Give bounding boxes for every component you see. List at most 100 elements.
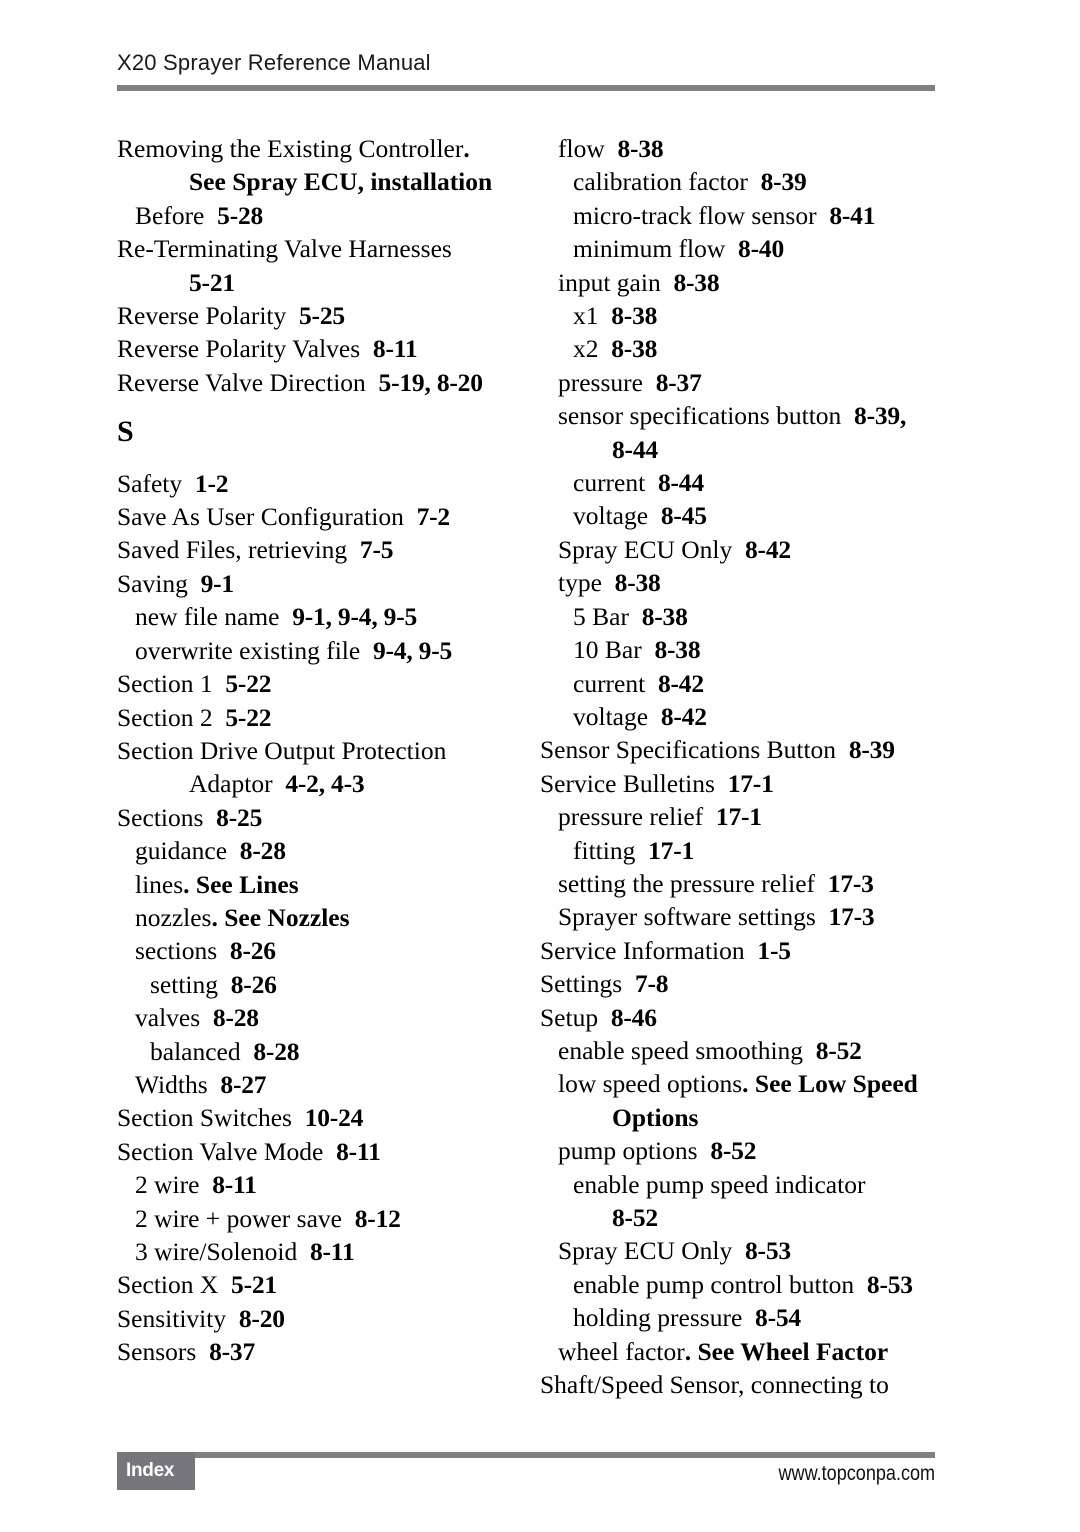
index-entry[interactable]: valves 8-28 — [117, 1001, 517, 1034]
index-page-number[interactable]: 8-11 — [373, 334, 418, 363]
index-page-number[interactable]: 8-45 — [661, 501, 707, 530]
index-page-number[interactable]: 17-1 — [728, 769, 774, 798]
index-entry[interactable]: Spray ECU Only 8-42 — [540, 533, 952, 566]
index-page-number[interactable]: 17-3 — [828, 869, 874, 898]
index-entry[interactable]: 5-21 — [117, 266, 517, 299]
index-page-number[interactable]: 8-52 — [612, 1203, 658, 1232]
index-page-number[interactable]: 8-20 — [239, 1304, 285, 1333]
index-page-number[interactable]: 8-38 — [611, 334, 657, 363]
index-page-number[interactable]: 4-2, 4-3 — [285, 769, 364, 798]
index-page-number[interactable]: 8-44 — [612, 435, 658, 464]
index-entry[interactable]: pressure 8-37 — [540, 366, 952, 399]
index-entry[interactable]: Re-Terminating Valve Harnesses — [117, 232, 517, 265]
index-entry[interactable]: holding pressure 8-54 — [540, 1301, 952, 1334]
index-entry[interactable]: calibration factor 8-39 — [540, 165, 952, 198]
index-entry[interactable]: Safety 1-2 — [117, 467, 517, 500]
index-entry[interactable]: Saving 9-1 — [117, 567, 517, 600]
index-entry[interactable]: nozzles. See Nozzles — [117, 901, 517, 934]
index-page-number[interactable]: 8-37 — [209, 1337, 255, 1366]
index-entry[interactable]: 10 Bar 8-38 — [540, 633, 952, 666]
index-entry[interactable]: low speed options. See Low Speed — [540, 1067, 952, 1100]
index-entry[interactable]: Removing the Existing Controller. — [117, 132, 517, 165]
index-page-number[interactable]: 8-28 — [213, 1003, 259, 1032]
index-entry[interactable]: Reverse Polarity 5-25 — [117, 299, 517, 332]
index-page-number[interactable]: 5-21 — [189, 268, 235, 297]
index-entry[interactable]: Section Switches 10-24 — [117, 1101, 517, 1134]
index-entry[interactable]: Sprayer software settings 17-3 — [540, 900, 952, 933]
index-entry[interactable]: Save As User Configuration 7-2 — [117, 500, 517, 533]
index-entry[interactable]: new file name 9-1, 9-4, 9-5 — [117, 600, 517, 633]
index-entry[interactable]: Widths 8-27 — [117, 1068, 517, 1101]
index-entry[interactable]: Shaft/Speed Sensor, connecting to — [540, 1368, 952, 1401]
index-page-number[interactable]: 8-38 — [615, 568, 661, 597]
index-page-number[interactable]: 8-52 — [710, 1136, 756, 1165]
index-page-number[interactable]: 8-38 — [611, 301, 657, 330]
index-entry[interactable]: setting the pressure relief 17-3 — [540, 867, 952, 900]
index-entry[interactable]: sensor specifications button 8-39, — [540, 399, 952, 432]
index-entry[interactable]: current 8-42 — [540, 667, 952, 700]
index-entry[interactable]: pump options 8-52 — [540, 1134, 952, 1167]
index-entry[interactable]: Adaptor 4-2, 4-3 — [117, 767, 517, 800]
index-page-number[interactable]: 8-39, — [854, 401, 906, 430]
index-entry[interactable]: Saved Files, retrieving 7-5 — [117, 533, 517, 566]
index-page-number[interactable]: 8-12 — [355, 1204, 401, 1233]
index-page-number[interactable]: 7-8 — [635, 969, 669, 998]
index-page-number[interactable]: 9-1, 9-4, 9-5 — [292, 602, 417, 631]
index-page-number[interactable]: 8-38 — [642, 602, 688, 631]
index-entry[interactable]: sections 8-26 — [117, 934, 517, 967]
index-entry[interactable]: wheel factor. See Wheel Factor — [540, 1335, 952, 1368]
index-entry[interactable]: Sections 8-25 — [117, 801, 517, 834]
index-entry[interactable]: Settings 7-8 — [540, 967, 952, 1000]
index-entry[interactable]: guidance 8-28 — [117, 834, 517, 867]
index-entry[interactable]: Sensor Specifications Button 8-39 — [540, 733, 952, 766]
index-page-number[interactable]: 8-44 — [658, 468, 704, 497]
index-page-number[interactable]: 8-38 — [654, 635, 700, 664]
index-entry[interactable]: Service Bulletins 17-1 — [540, 767, 952, 800]
index-page-number[interactable]: 8-42 — [745, 535, 791, 564]
index-entry[interactable]: enable pump control button 8-53 — [540, 1268, 952, 1301]
index-entry[interactable]: flow 8-38 — [540, 132, 952, 165]
index-entry[interactable]: overwrite existing file 9-4, 9-5 — [117, 634, 517, 667]
index-entry[interactable]: enable speed smoothing 8-52 — [540, 1034, 952, 1067]
index-entry[interactable]: current 8-44 — [540, 466, 952, 499]
index-cross-reference[interactable]: See Low Speed — [755, 1069, 918, 1098]
index-page-number[interactable]: 8-25 — [216, 803, 262, 832]
index-page-number[interactable]: 5-19, 8-20 — [379, 368, 483, 397]
index-entry[interactable]: 8-52 — [540, 1201, 952, 1234]
index-page-number[interactable]: 8-53 — [867, 1270, 913, 1299]
index-entry[interactable]: balanced 8-28 — [117, 1035, 517, 1068]
index-cross-reference[interactable]: See Wheel Factor — [697, 1337, 888, 1366]
index-entry[interactable]: Section Valve Mode 8-11 — [117, 1135, 517, 1168]
index-page-number[interactable]: 8-42 — [661, 702, 707, 731]
index-entry[interactable]: See Spray ECU, installation — [117, 165, 517, 198]
index-entry[interactable]: lines. See Lines — [117, 868, 517, 901]
index-page-number[interactable]: 8-11 — [310, 1237, 355, 1266]
index-page-number[interactable]: 8-27 — [220, 1070, 266, 1099]
index-entry[interactable]: Reverse Polarity Valves 8-11 — [117, 332, 517, 365]
index-page-number[interactable]: 8-39 — [761, 167, 807, 196]
index-page-number[interactable]: 8-39 — [849, 735, 895, 764]
index-page-number[interactable]: 8-37 — [656, 368, 702, 397]
index-page-number[interactable]: 17-1 — [716, 802, 762, 831]
index-page-number[interactable]: 1-5 — [757, 936, 791, 965]
index-page-number[interactable]: 5-25 — [299, 301, 345, 330]
index-cross-reference[interactable]: See Lines — [196, 870, 299, 899]
index-page-number[interactable]: 8-28 — [253, 1037, 299, 1066]
index-entry[interactable]: 2 wire + power save 8-12 — [117, 1202, 517, 1235]
index-page-number[interactable]: 7-2 — [417, 502, 451, 531]
index-page-number[interactable]: 8-46 — [611, 1003, 657, 1032]
index-entry[interactable]: Section Drive Output Protection — [117, 734, 517, 767]
index-page-number[interactable]: 5-22 — [225, 669, 271, 698]
index-page-number[interactable]: 8-26 — [231, 970, 277, 999]
index-page-number[interactable]: 8-54 — [755, 1303, 801, 1332]
index-entry[interactable]: x2 8-38 — [540, 332, 952, 365]
index-page-number[interactable]: 8-38 — [673, 268, 719, 297]
index-entry[interactable]: pressure relief 17-1 — [540, 800, 952, 833]
index-entry[interactable]: Section X 5-21 — [117, 1268, 517, 1301]
index-page-number[interactable]: 1-2 — [195, 469, 229, 498]
index-page-number[interactable]: 10-24 — [305, 1103, 364, 1132]
index-page-number[interactable]: 8-42 — [658, 669, 704, 698]
index-entry[interactable]: Reverse Valve Direction 5-19, 8-20 — [117, 366, 517, 399]
index-page-number[interactable]: 17-3 — [829, 902, 875, 931]
index-entry[interactable]: Sensors 8-37 — [117, 1335, 517, 1368]
